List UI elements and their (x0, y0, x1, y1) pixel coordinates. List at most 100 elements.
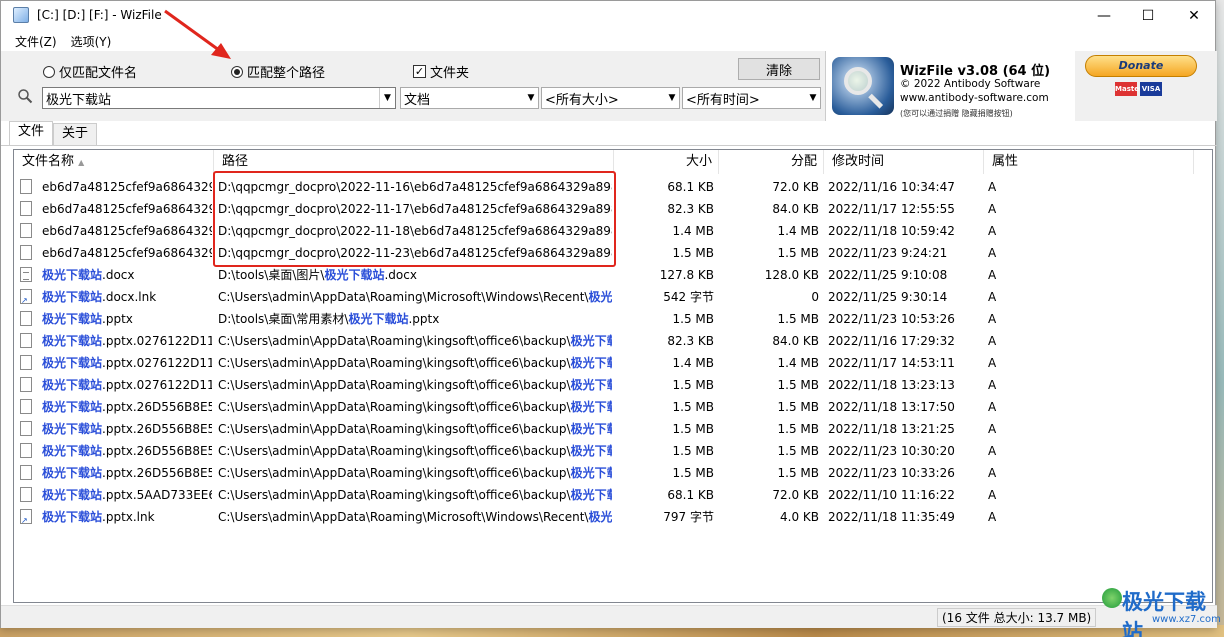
file-icon (20, 377, 32, 392)
alloc-value: 72.0 KB (772, 488, 819, 502)
path-match: 极光下载 (588, 290, 612, 304)
path-match: 极光下载站 (570, 334, 612, 348)
wizfile-app-icon (13, 7, 29, 23)
mtime-value: 2022/11/18 13:17:50 (828, 400, 955, 414)
table-row[interactable]: 极光下载站.pptx.26D556B8E5I C:\Users\admin\App… (14, 462, 1212, 484)
path-text: D:\qqpcmgr_docpro\2022-11-17\eb6d7a48125… (218, 202, 612, 216)
cell-alloc: 1.5 MB (719, 396, 819, 418)
checkbox-folders[interactable]: ✓ 文件夹 (413, 62, 469, 81)
table-row[interactable]: 极光下载站.pptx.0276122D111 C:\Users\admin\App… (14, 374, 1212, 396)
attr-value: A (988, 224, 997, 238)
tab-strip: 文件 关于 (9, 121, 98, 145)
alloc-value: 1.5 MB (777, 246, 819, 260)
cell-filename: 极光下载站.pptx (42, 308, 212, 330)
table-row[interactable]: 极光下载站.pptx.lnk C:\Users\admin\AppData\Roa… (14, 506, 1212, 528)
cell-path: D:\tools\桌面\常用素材\极光下载站.pptx (218, 308, 612, 330)
cell-attr: A (988, 330, 1048, 352)
filename-suffix: .pptx.26D556B8E5I (102, 400, 212, 414)
menu-options[interactable]: 选项(Y) (71, 33, 112, 50)
cell-mtime: 2022/11/23 9:24:21 (828, 242, 984, 264)
cell-path: C:\Users\admin\AppData\Roaming\Microsoft… (218, 506, 612, 528)
filename-suffix: .pptx.26D556B8E5I (102, 466, 212, 480)
tab-files[interactable]: 文件 (9, 121, 54, 145)
cell-alloc: 1.5 MB (719, 374, 819, 396)
file-icon (20, 223, 32, 238)
table-row[interactable]: 极光下载站.pptx.26D556B8E5I C:\Users\admin\App… (14, 440, 1212, 462)
table-row[interactable]: eb6d7a48125cfef9a6864329a898 D:\qqpcmgr_d… (14, 176, 1212, 198)
cell-filename: 极光下载站.pptx.26D556B8E5I (42, 440, 212, 462)
filename-text: eb6d7a48125cfef9a6864329a898 (42, 246, 212, 260)
search-combobox[interactable]: ▼ (42, 87, 396, 109)
clear-button[interactable]: 清除 (738, 58, 820, 80)
file-icon (20, 355, 32, 370)
cell-alloc: 1.5 MB (719, 418, 819, 440)
shortcut-file-icon (20, 289, 32, 305)
size-value: 1.5 MB (672, 378, 714, 392)
path-text: C:\Users\admin\AppData\Roaming\kingsoft\… (218, 422, 571, 436)
path-text: D:\tools\桌面\常用素材\ (218, 312, 349, 326)
column-header-attr[interactable]: 属性 (984, 150, 1194, 174)
cell-mtime: 2022/11/18 13:17:50 (828, 396, 984, 418)
results-list[interactable]: 文件名称 ▲ 路径 大小 分配 修改时间 属性 eb6d7a48125cfef9… (13, 149, 1213, 603)
cell-filename: 极光下载站.pptx.0276122D111 (42, 330, 212, 352)
brand-url[interactable]: www.antibody-software.com (900, 92, 1049, 104)
cell-filename: 极光下载站.docx (42, 264, 212, 286)
cell-size: 1.4 MB (614, 220, 714, 242)
column-header-size[interactable]: 大小 (614, 150, 719, 174)
attr-value: A (988, 378, 997, 392)
checkbox-folders-box[interactable]: ✓ (413, 65, 426, 78)
cell-path: D:\qqpcmgr_docpro\2022-11-16\eb6d7a48125… (218, 176, 612, 198)
size-filter-select[interactable]: <所有大小> ▼ (541, 87, 680, 109)
table-row[interactable]: 极光下载站.docx D:\tools\桌面\图片\极光下载站.docx 127.8… (14, 264, 1212, 286)
filename-suffix: .pptx.0276122D111 (102, 334, 212, 348)
mtime-value: 2022/11/23 10:30:20 (828, 444, 955, 458)
cell-attr: A (988, 308, 1048, 330)
search-dropdown-chevron-icon[interactable]: ▼ (379, 88, 395, 108)
mtime-value: 2022/11/18 11:35:49 (828, 510, 955, 524)
close-button[interactable]: ✕ (1171, 1, 1217, 31)
tab-about[interactable]: 关于 (53, 123, 98, 145)
table-row[interactable]: eb6d7a48125cfef9a6864329a898 D:\qqpcmgr_d… (14, 198, 1212, 220)
mastercard-icon: Master (1115, 82, 1142, 96)
table-row[interactable]: 极光下载站.pptx.0276122D111 C:\Users\admin\App… (14, 330, 1212, 352)
column-header-mtime[interactable]: 修改时间 (824, 150, 984, 174)
table-row[interactable]: eb6d7a48125cfef9a6864329a898 D:\qqpcmgr_d… (14, 242, 1212, 264)
column-header-path[interactable]: 路径 (214, 150, 614, 174)
table-row[interactable]: 极光下载站.pptx.26D556B8E5I C:\Users\admin\App… (14, 418, 1212, 440)
filename-match: 极光下载站 (42, 444, 103, 458)
cell-mtime: 2022/11/17 12:55:55 (828, 198, 984, 220)
mtime-value: 2022/11/16 17:29:32 (828, 334, 955, 348)
attr-value: A (988, 488, 997, 502)
alloc-value: 128.0 KB (764, 268, 819, 282)
table-row[interactable]: 极光下载站.pptx D:\tools\桌面\常用素材\极光下载站.pptx 1.5… (14, 308, 1212, 330)
cell-filename: 极光下载站.pptx.5AAD733EE6 (42, 484, 212, 506)
table-row[interactable]: 极光下载站.pptx.26D556B8E5I C:\Users\admin\App… (14, 396, 1212, 418)
size-value: 797 字节 (663, 510, 714, 524)
time-filter-select[interactable]: <所有时间> ▼ (682, 87, 821, 109)
attr-value: A (988, 400, 997, 414)
column-header-alloc[interactable]: 分配 (719, 150, 824, 174)
path-text: C:\Users\admin\AppData\Roaming\kingsoft\… (218, 444, 571, 458)
cell-path: C:\Users\admin\AppData\Roaming\kingsoft\… (218, 330, 612, 352)
cell-size: 1.4 MB (614, 352, 714, 374)
cell-path: C:\Users\admin\AppData\Roaming\Microsoft… (218, 286, 612, 308)
donate-button[interactable]: Donate (1085, 55, 1197, 77)
size-value: 68.1 KB (667, 180, 714, 194)
maximize-button[interactable]: ☐ (1125, 1, 1171, 31)
table-row[interactable]: 极光下载站.pptx.0276122D111 C:\Users\admin\App… (14, 352, 1212, 374)
minimize-button[interactable]: — (1081, 1, 1127, 31)
menu-file[interactable]: 文件(Z) (15, 33, 57, 50)
alloc-value: 72.0 KB (772, 180, 819, 194)
alloc-value: 4.0 KB (780, 510, 819, 524)
search-input[interactable] (43, 89, 379, 107)
table-row[interactable]: eb6d7a48125cfef9a6864329a898 D:\qqpcmgr_d… (14, 220, 1212, 242)
column-header-name[interactable]: 文件名称 ▲ (14, 150, 214, 174)
type-filter-select[interactable]: 文档 ▼ (400, 87, 539, 109)
radio-filename-only[interactable]: 仅匹配文件名 (43, 62, 137, 81)
radio-filename-dot[interactable] (43, 65, 55, 78)
radio-full-path[interactable]: 匹配整个路径 (231, 62, 325, 81)
radio-fullpath-dot[interactable] (231, 65, 243, 78)
cell-size: 1.5 MB (614, 308, 714, 330)
table-row[interactable]: 极光下载站.pptx.5AAD733EE6 C:\Users\admin\AppD… (14, 484, 1212, 506)
table-row[interactable]: 极光下载站.docx.lnk C:\Users\admin\AppData\Roa… (14, 286, 1212, 308)
